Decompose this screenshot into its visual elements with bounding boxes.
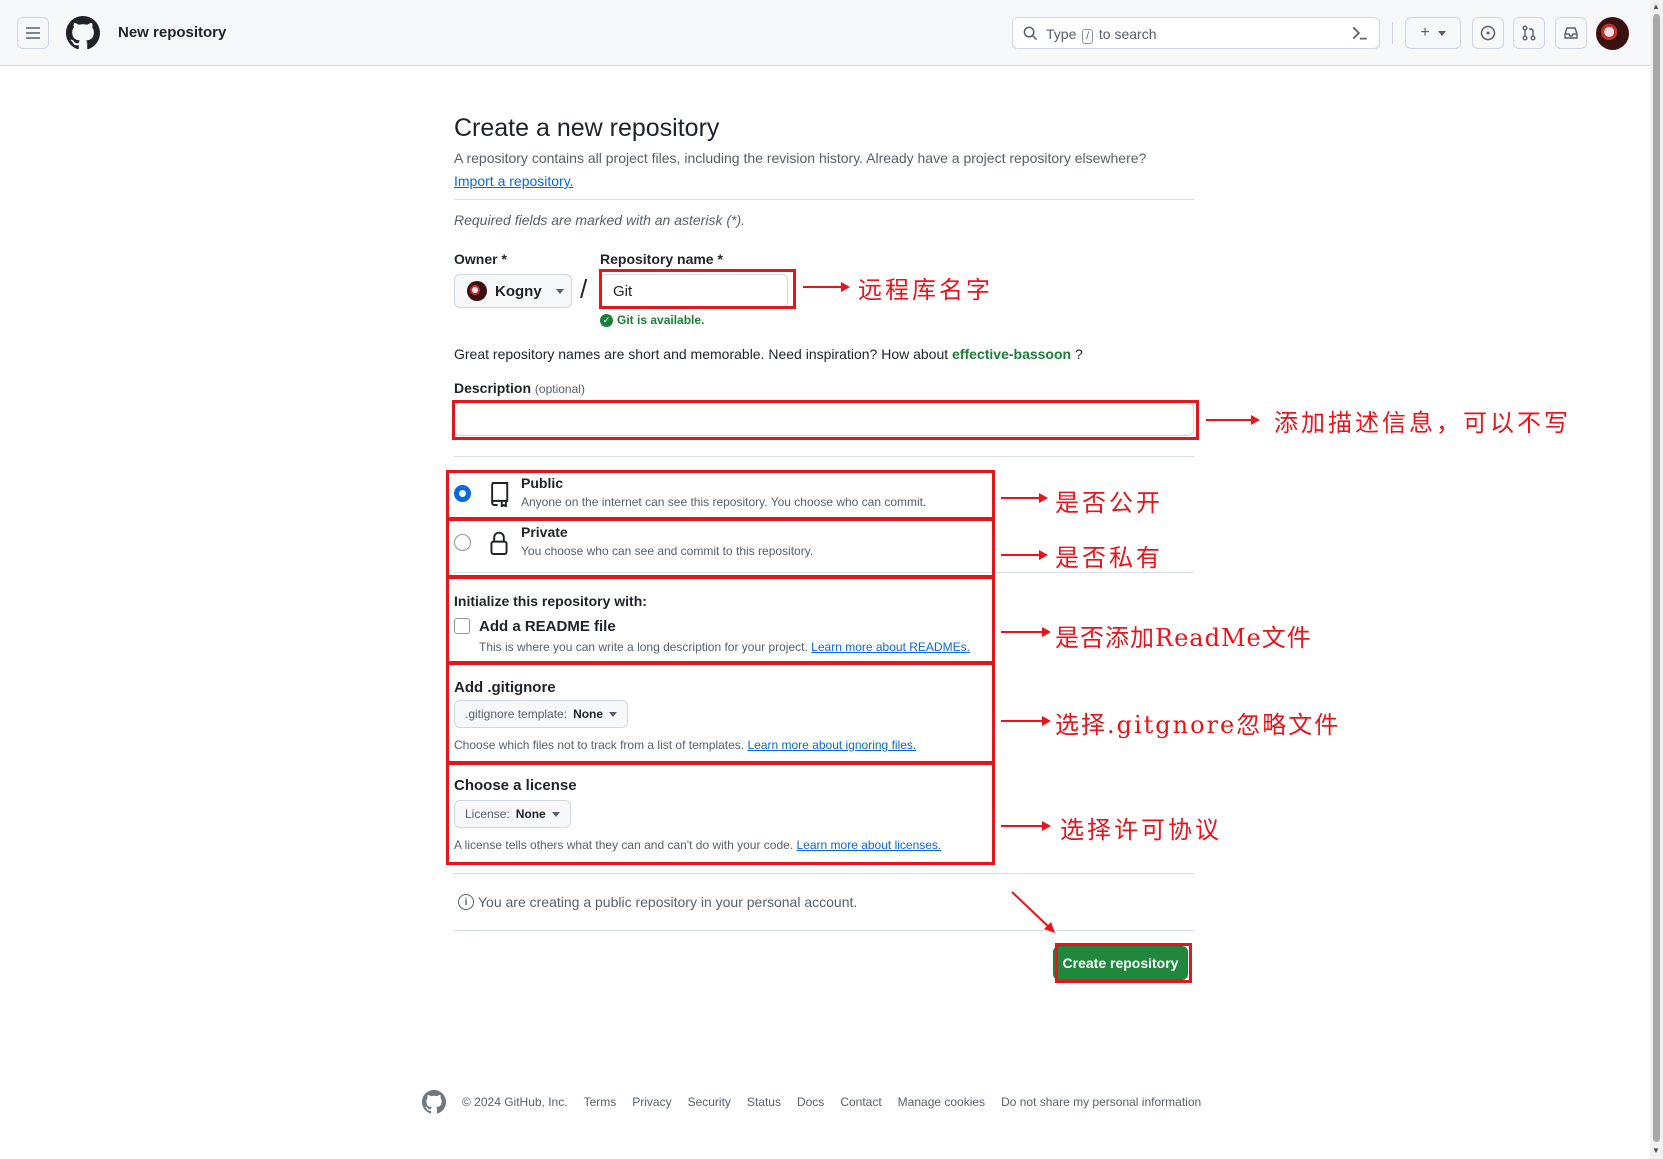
- gitignore-title: Add .gitignore: [454, 679, 556, 696]
- annotation-arrow: [1001, 716, 1051, 726]
- search-icon: [1023, 26, 1038, 41]
- license-title: Choose a license: [454, 777, 577, 794]
- git-pull-request-icon: [1522, 25, 1536, 41]
- chevron-down-icon: [609, 711, 618, 717]
- annotation-public: 是否公开: [1055, 489, 1163, 517]
- annotation-arrow-diagonal: [1011, 891, 1055, 933]
- hamburger-icon: [26, 27, 40, 39]
- plus-icon: +: [1420, 24, 1430, 41]
- footer-link-manage-cookies[interactable]: Manage cookies: [898, 1095, 985, 1109]
- pull-requests-button[interactable]: [1513, 17, 1545, 49]
- public-desc: Anyone on the internet can see this repo…: [521, 495, 927, 509]
- annotation-arrow: [1001, 493, 1048, 503]
- menu-button[interactable]: [17, 17, 49, 49]
- footer-link-security[interactable]: Security: [688, 1095, 731, 1109]
- scrollbar[interactable]: ▲ ▼: [1650, 0, 1663, 1159]
- annotation-arrow: [1001, 821, 1051, 831]
- annotation-license: 选择许可协议: [1060, 816, 1222, 844]
- check-circle-icon: ✓: [600, 313, 613, 327]
- name-suggestion[interactable]: effective-bassoon: [952, 346, 1071, 362]
- page-title: Create a new repository: [454, 114, 720, 142]
- lock-icon: [490, 531, 508, 555]
- annotation-arrow: [1001, 550, 1048, 560]
- top-header: New repository Type / to search +: [0, 0, 1650, 66]
- issue-opened-icon: [1480, 25, 1496, 41]
- private-desc: You choose who can see and commit to thi…: [521, 544, 814, 558]
- divider: [454, 199, 1194, 200]
- annotation-private: 是否私有: [1055, 544, 1163, 572]
- inbox-button[interactable]: [1555, 17, 1587, 49]
- footer-copyright: © 2024 GitHub, Inc.: [462, 1095, 568, 1109]
- readme-checkbox[interactable]: [454, 618, 470, 634]
- scrollbar-thumb[interactable]: [1653, 14, 1660, 1142]
- import-repo-link[interactable]: Import a repository.: [454, 173, 574, 189]
- repo-icon: [491, 482, 509, 507]
- init-title: Initialize this repository with:: [454, 593, 647, 609]
- divider: [454, 456, 1194, 457]
- private-title: Private: [521, 524, 568, 540]
- divider: [454, 930, 1194, 931]
- search-placeholder: Type / to search: [1046, 26, 1157, 44]
- owner-value: Kogny: [495, 282, 542, 300]
- inbox-icon: [1564, 27, 1578, 39]
- create-repository-button[interactable]: Create repository: [1053, 946, 1188, 980]
- gitignore-learn-more-link[interactable]: Learn more about ignoring files.: [747, 738, 916, 752]
- chevron-down-icon: [551, 811, 560, 817]
- description-label: Description (optional): [454, 380, 585, 396]
- footer-link-terms[interactable]: Terms: [584, 1095, 617, 1109]
- command-palette-icon[interactable]: [1351, 24, 1369, 42]
- repo-name-label: Repository name *: [600, 251, 723, 267]
- gitignore-template-select[interactable]: .gitignore template: None: [454, 700, 629, 728]
- annotation-arrow: [803, 282, 850, 292]
- annotation-gitignore: 选择.gitgnore忽略文件: [1055, 711, 1341, 739]
- search-input[interactable]: Type / to search: [1012, 17, 1380, 49]
- readme-label[interactable]: Add a README file: [479, 618, 616, 635]
- chevron-down-icon: [1437, 30, 1446, 36]
- owner-repo-separator: /: [580, 274, 588, 304]
- divider: [454, 873, 1194, 874]
- license-desc: A license tells others what they can and…: [454, 838, 942, 852]
- chevron-down-icon: [555, 288, 564, 294]
- owner-avatar: [467, 281, 487, 301]
- footer-link-status[interactable]: Status: [747, 1095, 781, 1109]
- annotation-readme: 是否添加ReadMe文件: [1055, 624, 1312, 652]
- search-key-hint: /: [1082, 29, 1094, 44]
- visibility-info: i You are creating a public repository i…: [458, 894, 857, 910]
- annotation-arrow: [1206, 415, 1260, 425]
- footer-link-contact[interactable]: Contact: [840, 1095, 881, 1109]
- public-title: Public: [521, 475, 564, 491]
- info-icon: i: [458, 894, 474, 910]
- license-learn-more-link[interactable]: Learn more about licenses.: [797, 838, 942, 852]
- annotation-repo-name: 远程库名字: [858, 276, 993, 304]
- scroll-up-icon[interactable]: ▲: [1652, 2, 1660, 11]
- readme-learn-more-link[interactable]: Learn more about READMEs.: [811, 640, 970, 654]
- public-radio[interactable]: [454, 485, 471, 502]
- user-avatar[interactable]: [1596, 17, 1629, 50]
- readme-desc: This is where you can write a long descr…: [479, 640, 970, 654]
- footer-link-docs[interactable]: Docs: [797, 1095, 824, 1109]
- annotation-description: 添加描述信息，可以不写: [1274, 409, 1571, 437]
- annotation-arrow: [1001, 627, 1051, 637]
- footer-link-privacy[interactable]: Privacy: [632, 1095, 671, 1109]
- description-input[interactable]: [454, 402, 1194, 436]
- header-divider: [1392, 22, 1393, 44]
- footer-link-do-not-share[interactable]: Do not share my personal information: [1001, 1095, 1201, 1109]
- context-title[interactable]: New repository: [118, 24, 226, 41]
- name-inspiration: Great repository names are short and mem…: [454, 346, 1083, 362]
- repo-name-input[interactable]: [600, 274, 788, 308]
- availability-status: ✓ Git is available.: [600, 313, 704, 327]
- private-radio[interactable]: [454, 534, 471, 551]
- footer: © 2024 GitHub, Inc. Terms Privacy Securi…: [422, 1090, 1201, 1114]
- page-subtitle: A repository contains all project files,…: [454, 150, 1147, 166]
- scroll-down-icon[interactable]: ▼: [1652, 1146, 1660, 1155]
- owner-select[interactable]: Kogny: [454, 274, 572, 308]
- github-logo-icon[interactable]: [66, 16, 100, 50]
- gitignore-desc: Choose which files not to track from a l…: [454, 738, 917, 752]
- owner-label: Owner *: [454, 251, 507, 267]
- github-logo-icon[interactable]: [422, 1090, 446, 1114]
- license-select[interactable]: License: None: [454, 800, 571, 828]
- issues-button[interactable]: [1472, 17, 1504, 49]
- create-new-button[interactable]: +: [1405, 17, 1461, 49]
- required-note: Required fields are marked with an aster…: [454, 212, 746, 228]
